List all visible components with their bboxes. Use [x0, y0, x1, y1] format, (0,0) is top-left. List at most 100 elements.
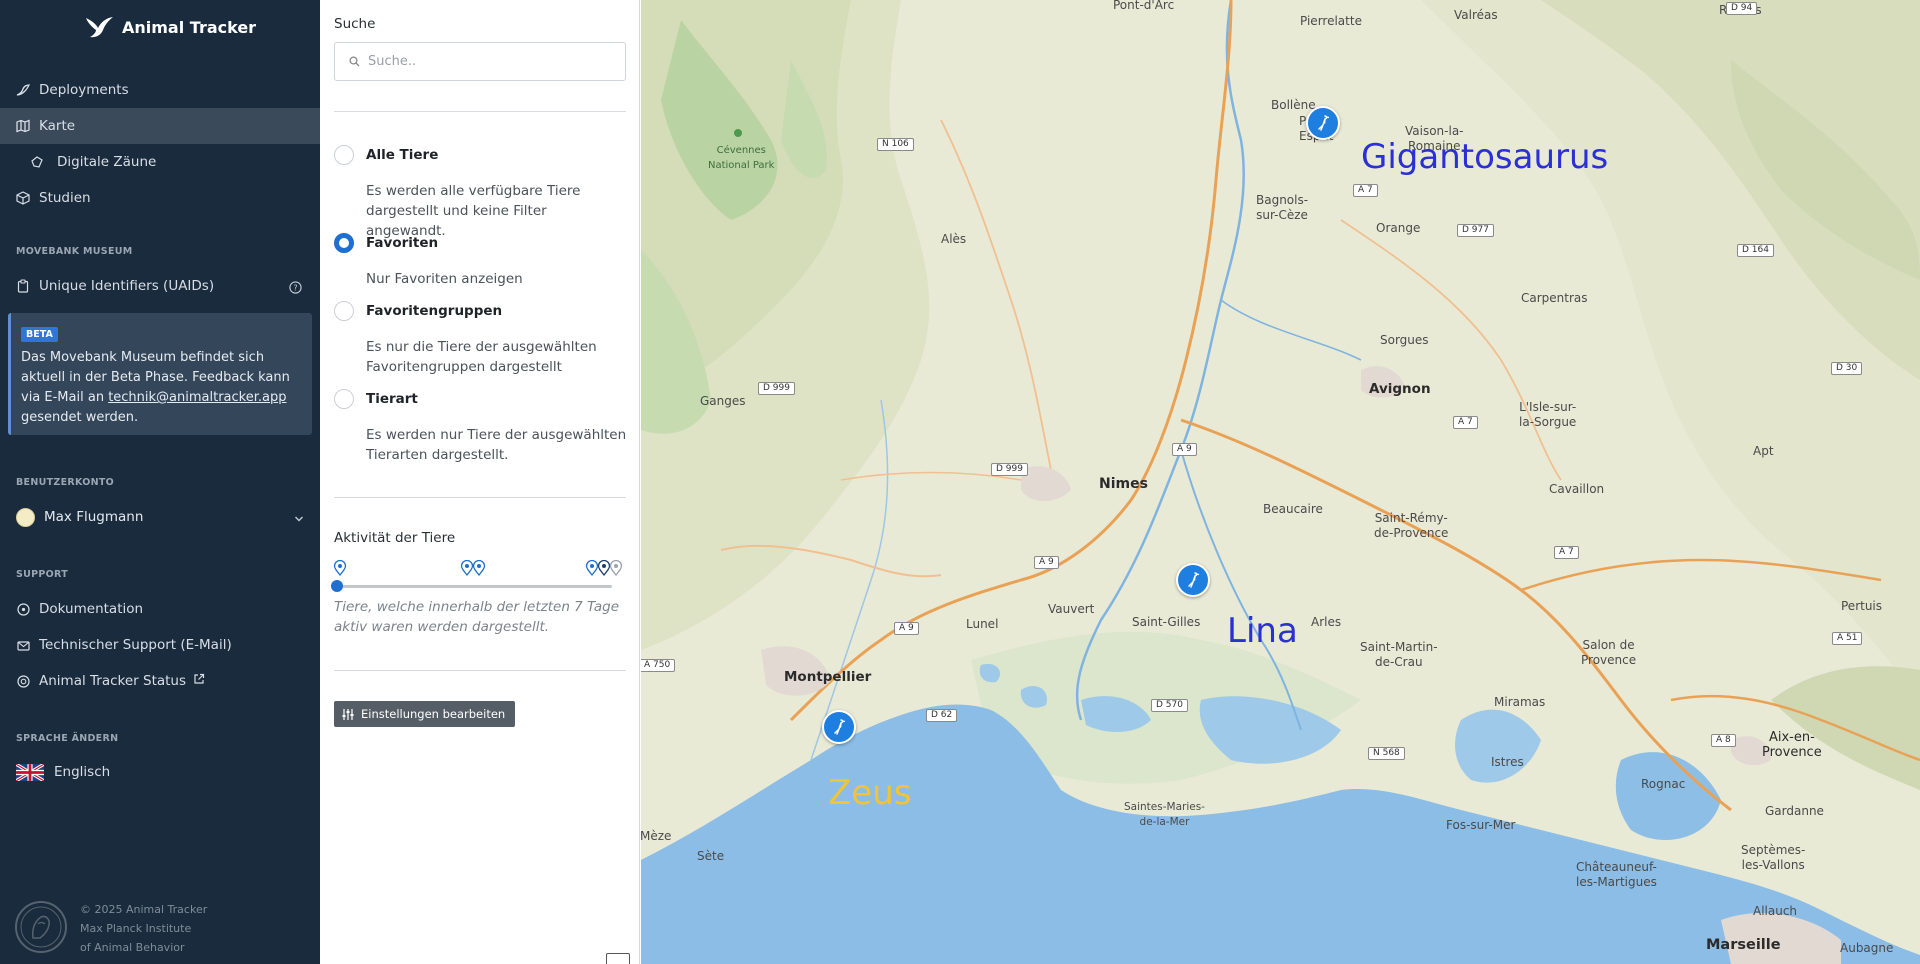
nav-label: Technischer Support (E-Mail) [39, 637, 232, 653]
place-label: Allauch [1753, 904, 1798, 918]
account-menu[interactable]: Max Flugmann [0, 498, 320, 536]
support-email-link[interactable]: technik@animaltracker.app [108, 390, 286, 405]
box-icon [16, 191, 30, 205]
search-label: Suche [334, 16, 376, 32]
place-label: Lunel [966, 617, 999, 631]
main-nav: Deployments Karte Digitale Zäune Studien [0, 72, 320, 216]
road-shield: N 106 [877, 138, 914, 151]
support-nav: Dokumentation Technischer Support (E-Mai… [0, 591, 320, 699]
beta-text: Das Movebank Museum befindet sich aktuel… [21, 350, 290, 425]
city-label: Avignon [1369, 381, 1431, 397]
avatar [16, 507, 35, 527]
radio-button-checked[interactable] [334, 233, 354, 253]
place-label: Miramas [1494, 695, 1546, 709]
footer-text: © 2025 Animal Tracker Max Planck Institu… [80, 903, 208, 954]
nav-uaids[interactable]: Unique Identifiers (UAIDs) [0, 268, 320, 304]
activity-slider-thumb[interactable] [331, 580, 343, 592]
option-favoritengruppen[interactable]: Favoritengruppen [334, 301, 502, 321]
search-input[interactable] [368, 54, 608, 69]
bird-icon [1188, 572, 1200, 588]
road-shield: D 164 [1737, 244, 1774, 257]
nav-status[interactable]: Animal Tracker Status [0, 663, 320, 699]
road-shield: D 30 [1831, 362, 1863, 375]
radio-button[interactable] [334, 301, 354, 321]
activity-pin-icon [460, 560, 486, 576]
activity-slider-track[interactable] [335, 585, 612, 588]
nav-label: Karte [39, 118, 76, 134]
nav-karte[interactable]: Karte [0, 108, 320, 144]
option-label: Alle Tiere [366, 147, 439, 163]
road-shield: A 7 [1353, 184, 1378, 197]
animal-marker-lina[interactable] [1176, 563, 1210, 597]
option-tierart[interactable]: Tierart [334, 389, 418, 409]
nav-label: Dokumentation [39, 601, 144, 617]
animal-name-label[interactable]: Zeus [828, 773, 911, 813]
place-label: Beaucaire [1263, 502, 1323, 516]
option-alle-tiere[interactable]: Alle Tiere [334, 145, 438, 165]
support-section-title: SUPPORT [16, 569, 69, 580]
animal-name-label[interactable]: Lina [1227, 611, 1298, 651]
nav-label: Unique Identifiers (UAIDs) [39, 278, 215, 294]
option-description: Es werden nur Tiere der ausgewählten Tie… [366, 427, 627, 463]
beta-badge: BETA [21, 327, 58, 342]
external-link-icon [193, 673, 205, 689]
road-shield: A 7 [1554, 546, 1579, 559]
app-logo[interactable]: Animal Tracker [84, 15, 256, 39]
language-switch: Englisch [0, 754, 320, 790]
road-shield: D 977 [1457, 224, 1494, 237]
place-label: Mèze [641, 829, 672, 843]
option-favoriten[interactable]: Favoriten [334, 233, 438, 253]
place-label: Rognac [1641, 777, 1686, 791]
animal-marker-gigantosaurus[interactable] [1306, 106, 1340, 140]
language-option[interactable]: Englisch [0, 754, 320, 790]
activity-title: Aktivität der Tiere [334, 530, 456, 546]
nav-support-email[interactable]: Technischer Support (E-Mail) [0, 627, 320, 663]
place-label: Vauvert [1048, 602, 1095, 616]
edit-settings-label: Einstellungen bearbeiten [361, 707, 506, 721]
place-label: Sorgues [1380, 333, 1429, 347]
place-label: Ganges [700, 394, 746, 408]
place-label: Fos-sur-Mer [1446, 818, 1516, 832]
place-label: Pierrelatte [1300, 14, 1362, 28]
svg-text:?: ? [293, 283, 297, 292]
nav-deployments[interactable]: Deployments [0, 72, 320, 108]
road-shield: A 9 [894, 622, 919, 635]
place-label: Istres [1491, 755, 1524, 769]
divider [334, 670, 626, 671]
radio-button[interactable] [334, 145, 354, 165]
place-label: Carpentras [1521, 291, 1588, 305]
info-icon [16, 602, 30, 616]
activity-description: Tiere, welche innerhalb der letzten 7 Ta… [334, 599, 620, 635]
map-icon [16, 119, 30, 133]
place-label: L'Isle-sur-la-Sorgue [1519, 400, 1577, 429]
beta-notice: BETA Das Movebank Museum befindet sich a… [8, 313, 312, 435]
animal-name-label[interactable]: Gigantosaurus [1361, 137, 1608, 177]
road-shield: A 51 [1832, 632, 1863, 645]
search-box[interactable] [334, 42, 626, 81]
map-view[interactable]: Pont-d'Arc Pierrelatte Valréas Rosans Bo… [641, 0, 1920, 964]
bird-icon [834, 719, 846, 735]
nav-digitale-zaeune[interactable]: Digitale Zäune [0, 144, 320, 180]
footer: © 2025 Animal Tracker Max Planck Institu… [14, 900, 207, 957]
place-label: Gardanne [1765, 804, 1824, 818]
place-label: Alès [941, 232, 967, 246]
road-shield: D 62 [926, 709, 958, 722]
road-shield: A 9 [1172, 443, 1197, 456]
search-icon [349, 52, 360, 71]
bird-icon [16, 83, 30, 97]
user-name: Max Flugmann [44, 509, 144, 525]
collapse-panel-button[interactable] [606, 953, 630, 964]
place-label: Sète [697, 849, 725, 863]
help-icon[interactable]: ? [289, 279, 302, 298]
option-label: Tierart [366, 391, 418, 407]
activity-pin-icon [585, 560, 623, 576]
mail-icon [16, 638, 30, 652]
nav-label: Digitale Zäune [57, 154, 157, 170]
nav-dokumentation[interactable]: Dokumentation [0, 591, 320, 627]
animal-marker-zeus[interactable] [822, 710, 856, 744]
uk-flag-icon [16, 763, 44, 781]
radio-button[interactable] [334, 389, 354, 409]
place-label: Aubagne [1840, 941, 1894, 955]
nav-studien[interactable]: Studien [0, 180, 320, 216]
edit-settings-button[interactable]: Einstellungen bearbeiten [334, 701, 516, 727]
